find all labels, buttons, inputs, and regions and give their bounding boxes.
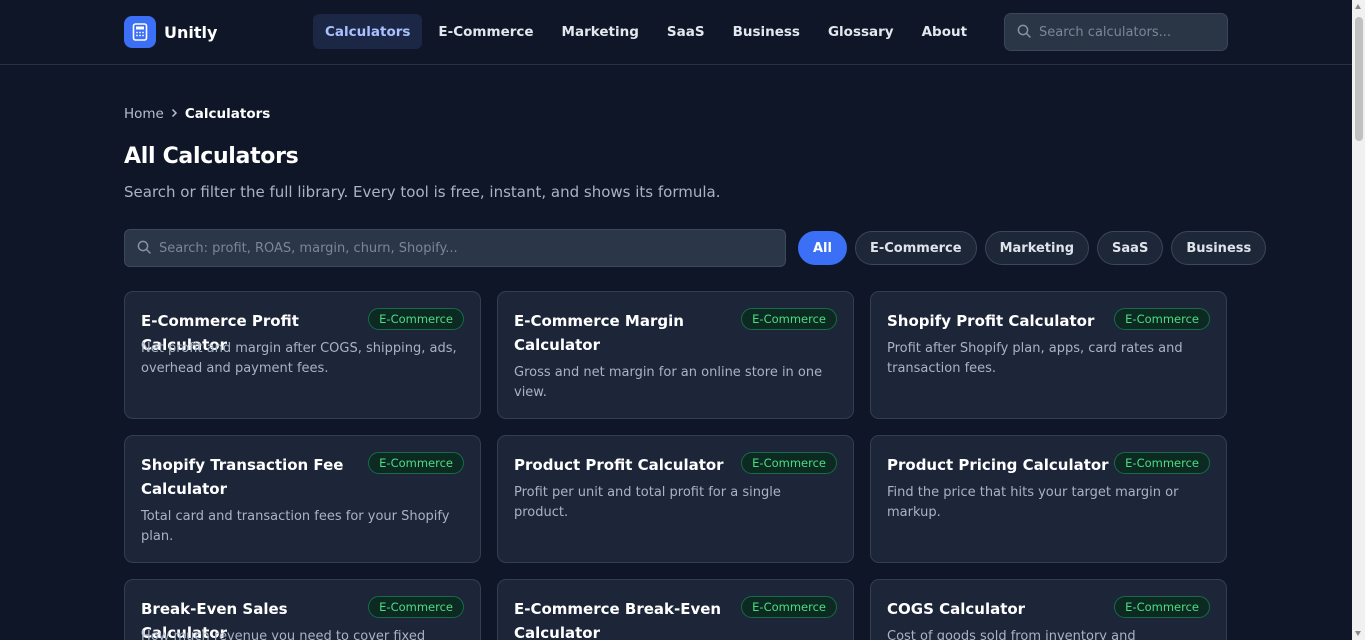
calculator-card[interactable]: Product Profit Calculator E-Commerce Pro… <box>497 435 854 563</box>
nav-ecommerce[interactable]: E-Commerce <box>426 14 545 49</box>
breadcrumb-home[interactable]: Home <box>124 106 164 122</box>
scroll-thumb[interactable] <box>1355 17 1363 141</box>
card-title: E-Commerce Break-Even Calculator <box>514 600 722 640</box>
top-header: Unitly Calculators E-Commerce Marketing … <box>0 0 1352 65</box>
search-icon <box>137 239 151 258</box>
category-badge: E-Commerce <box>368 452 464 474</box>
category-badge: E-Commerce <box>368 308 464 330</box>
page-title: All Calculators <box>124 144 299 169</box>
page-subtitle: Search or filter the full library. Every… <box>124 183 721 201</box>
calculator-card[interactable]: Shopify Profit Calculator E-Commerce Pro… <box>870 291 1227 419</box>
card-description: Net profit and margin after COGS, shippi… <box>141 341 457 376</box>
filter-business[interactable]: Business <box>1171 231 1267 265</box>
card-title: Shopify Transaction Fee Calculator <box>141 456 344 498</box>
filter-all[interactable]: All <box>798 231 847 265</box>
calculator-card[interactable]: Break-Even Sales Calculator E-Commerce H… <box>124 579 481 640</box>
category-badge: E-Commerce <box>1114 596 1210 618</box>
brand-logo[interactable]: Unitly <box>124 16 217 48</box>
category-badge: E-Commerce <box>1114 452 1210 474</box>
card-description: Total card and transaction fees for your… <box>141 509 450 544</box>
nav-about[interactable]: About <box>910 14 979 49</box>
card-description: Profit after Shopify plan, apps, card ra… <box>887 341 1183 376</box>
nav-calculators[interactable]: Calculators <box>313 14 423 49</box>
card-title: Product Pricing Calculator <box>887 456 1109 474</box>
filter-saas[interactable]: SaaS <box>1097 231 1164 265</box>
main-nav: Calculators E-Commerce Marketing SaaS Bu… <box>313 14 983 49</box>
chevron-right-icon <box>171 106 178 122</box>
category-badge: E-Commerce <box>741 452 837 474</box>
card-description: Gross and net margin for an online store… <box>514 365 823 400</box>
page-scrollbar[interactable] <box>1352 0 1365 640</box>
nav-business[interactable]: Business <box>721 14 812 49</box>
filter-ecommerce[interactable]: E-Commerce <box>854 231 977 265</box>
card-description: Find the price that hits your target mar… <box>887 485 1179 520</box>
breadcrumb-current: Calculators <box>184 106 271 122</box>
card-title: Shopify Profit Calculator <box>887 312 1095 330</box>
card-description: Cost of goods sold from inventory and pu… <box>887 629 1136 640</box>
calculator-card[interactable]: Product Pricing Calculator E-Commerce Fi… <box>870 435 1227 563</box>
header-search-input[interactable] <box>1039 24 1227 40</box>
calculator-search[interactable] <box>124 229 786 267</box>
nav-marketing[interactable]: Marketing <box>550 14 651 49</box>
calculator-icon <box>124 16 156 48</box>
scroll-up-arrow-icon[interactable] <box>1355 4 1361 9</box>
card-title: E-Commerce Margin Calculator <box>514 312 684 354</box>
calculator-card[interactable]: Shopify Transaction Fee Calculator E-Com… <box>124 435 481 563</box>
card-description: Profit per unit and total profit for a s… <box>514 485 781 520</box>
category-badge: E-Commerce <box>741 596 837 618</box>
category-badge: E-Commerce <box>1114 308 1210 330</box>
category-filters: All E-Commerce Marketing SaaS Business <box>798 231 1274 265</box>
calculator-card[interactable]: E-Commerce Profit Calculator E-Commerce … <box>124 291 481 419</box>
brand-name: Unitly <box>164 22 218 42</box>
card-title: Product Profit Calculator <box>514 456 724 474</box>
search-icon <box>1017 23 1031 42</box>
filter-marketing[interactable]: Marketing <box>984 231 1090 265</box>
calculator-card[interactable]: E-Commerce Margin Calculator E-Commerce … <box>497 291 854 419</box>
calculator-card[interactable]: E-Commerce Break-Even Calculator E-Comme… <box>497 579 854 640</box>
breadcrumb: Home Calculators <box>124 106 270 122</box>
calculator-card[interactable]: COGS Calculator E-Commerce Cost of goods… <box>870 579 1227 640</box>
category-badge: E-Commerce <box>368 596 464 618</box>
nav-glossary[interactable]: Glossary <box>816 14 906 49</box>
calculator-search-input[interactable] <box>159 240 785 256</box>
category-badge: E-Commerce <box>741 308 837 330</box>
header-search[interactable] <box>1004 13 1228 51</box>
scroll-down-arrow-icon[interactable] <box>1355 631 1361 636</box>
card-description: How much revenue you need to cover fixed… <box>141 629 426 640</box>
card-title: COGS Calculator <box>887 600 1026 618</box>
nav-saas[interactable]: SaaS <box>655 14 717 49</box>
